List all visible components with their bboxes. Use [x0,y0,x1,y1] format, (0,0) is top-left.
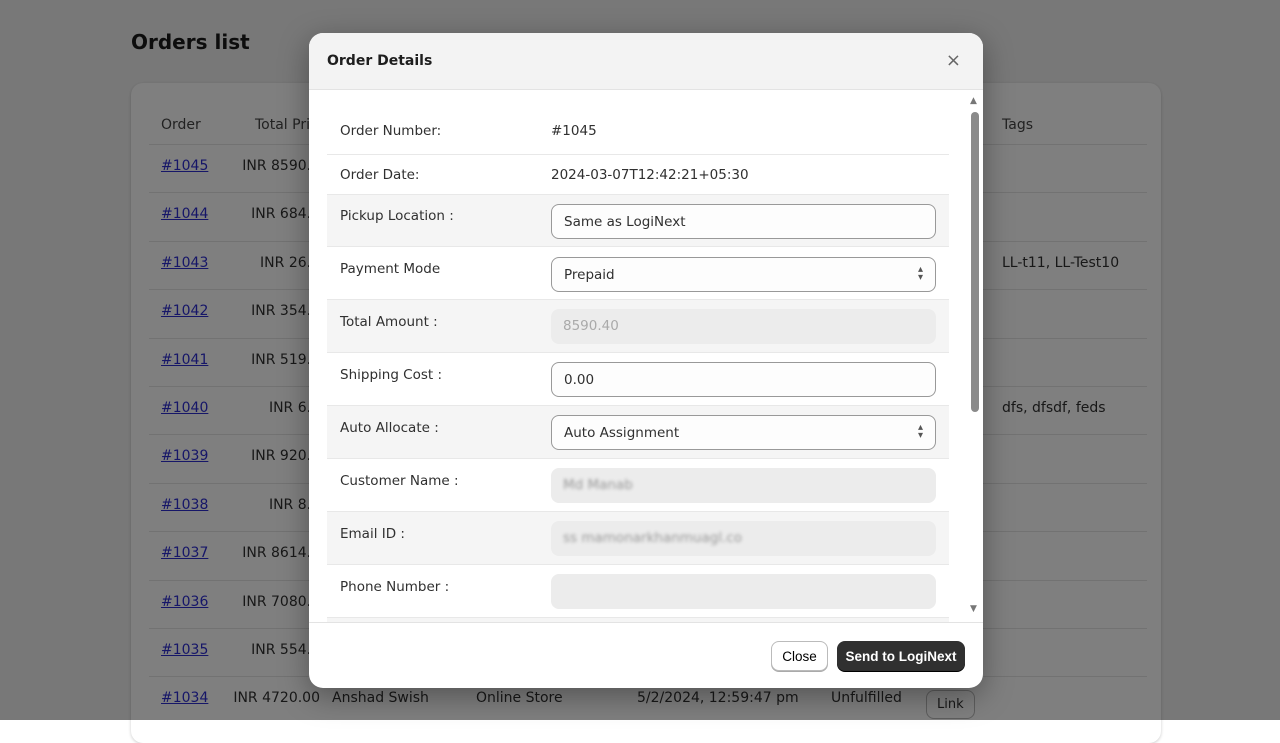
email-input: ss mamonarkhanmuagl.co [551,521,936,556]
customer-name-input: Md Manab [551,468,936,503]
auto-allocate-label: Auto Allocate : [340,420,439,436]
modal-header: Order Details × [309,33,983,90]
scrollbar-thumb[interactable] [971,112,979,412]
email-value: ss mamonarkhanmuagl.co [563,530,743,546]
payment-mode-label: Payment Mode [340,261,441,277]
field-payment-mode: Payment Mode Prepaid ▴ ▾ [327,247,949,300]
field-customer-name: Customer Name : Md Manab [327,459,949,512]
auto-allocate-select[interactable]: Auto Assignment ▴ ▾ [551,415,936,450]
modal-title: Order Details [327,53,433,69]
close-button[interactable]: Close [771,641,828,671]
total-amount-label: Total Amount : [340,314,438,330]
field-order-number: Order Number: #1045 [327,108,949,155]
order-number-label: Order Number: [340,123,442,139]
field-total-amount: Total Amount : 8590.40 [327,300,949,353]
phone-label: Phone Number : [340,579,450,595]
pickup-location-label: Pickup Location : [340,208,454,224]
order-date-label: Order Date: [340,167,420,183]
customer-name-value: Md Manab [563,477,633,493]
order-number-value: #1045 [551,123,597,139]
email-label: Email ID : [340,526,405,542]
order-date-value: 2024-03-07T12:42:21+05:30 [551,167,749,183]
chevron-updown-icon: ▴ ▾ [917,422,923,441]
auto-allocate-value: Auto Assignment [564,425,680,441]
field-order-date: Order Date: 2024-03-07T12:42:21+05:30 [327,155,949,195]
shipping-cost-input[interactable]: 0.00 [551,362,936,397]
field-phone: Phone Number : [327,565,949,618]
pickup-location-input[interactable]: Same as LogiNext [551,204,936,239]
payment-mode-value: Prepaid [564,267,615,283]
field-email: Email ID : ss mamonarkhanmuagl.co [327,512,949,565]
payment-mode-select[interactable]: Prepaid ▴ ▾ [551,257,936,292]
modal-body: Order Number: #1045 Order Date: 2024-03-… [309,90,983,622]
field-auto-allocate: Auto Allocate : Auto Assignment ▴ ▾ [327,406,949,459]
customer-name-label: Customer Name : [340,473,459,489]
order-details-modal: Order Details × Order Number: #1045 Orde… [309,33,983,688]
field-shipping-cost: Shipping Cost : 0.00 [327,353,949,406]
close-icon[interactable]: × [946,50,961,71]
scroll-down-icon[interactable]: ▼ [970,604,977,614]
total-amount-input: 8590.40 [551,309,936,344]
chevron-updown-icon: ▴ ▾ [917,264,923,283]
modal-scrollbar[interactable]: ▲ ▼ [970,96,980,616]
phone-input [551,574,936,609]
scroll-up-icon[interactable]: ▲ [970,96,977,106]
field-pickup-location: Pickup Location : Same as LogiNext [327,195,949,247]
modal-footer: Close Send to LogiNext [309,622,983,688]
send-to-loginext-button[interactable]: Send to LogiNext [837,641,965,671]
shipping-cost-label: Shipping Cost : [340,367,443,383]
